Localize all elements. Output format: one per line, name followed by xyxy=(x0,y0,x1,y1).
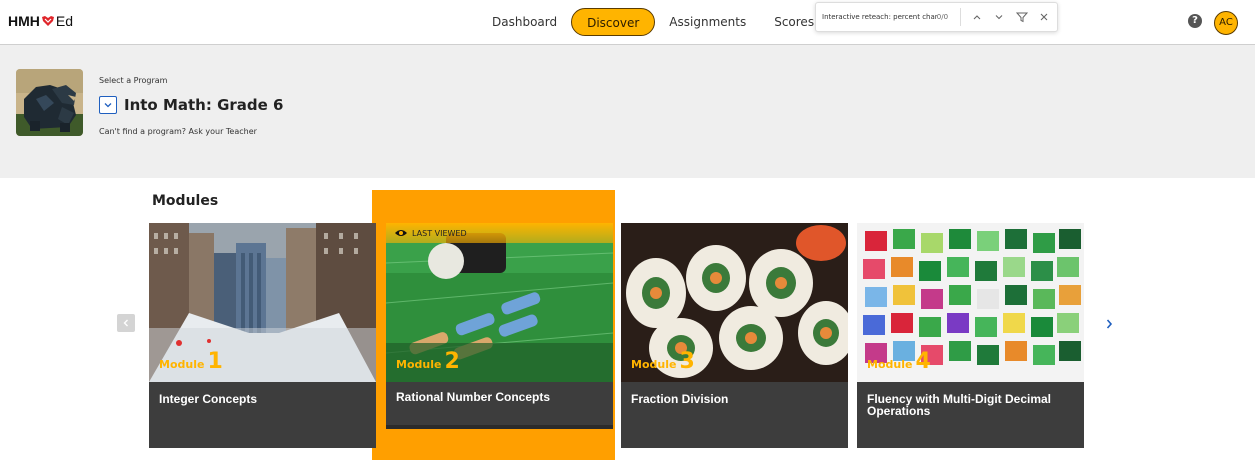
find-next-button[interactable] xyxy=(990,7,1009,27)
module-4-title: Fluency with Multi-Digit Decimal Operati… xyxy=(867,392,1052,418)
chevron-down-icon xyxy=(995,15,1003,20)
module-1-number-label: Module 1 xyxy=(159,349,223,374)
find-divider xyxy=(960,8,962,26)
module-word: Module xyxy=(159,358,205,371)
module-3-number-label: Module 3 xyxy=(631,349,695,374)
find-input[interactable]: Interactive reteach: percent char xyxy=(822,13,937,21)
module-card-2[interactable]: LAST VIEWED Module 2 Rational Number Con… xyxy=(386,223,613,429)
logo-text-hmh: HMH xyxy=(8,13,40,29)
nav-discover[interactable]: Discover xyxy=(571,8,656,36)
module-card-1[interactable]: Module 1 Integer Concepts xyxy=(149,223,376,448)
select-program-label: Select a Program xyxy=(99,76,168,85)
carousel-next-button[interactable] xyxy=(1102,316,1116,332)
find-close-button[interactable] xyxy=(1035,7,1054,27)
eye-icon xyxy=(395,230,407,236)
chevron-down-icon xyxy=(104,103,112,108)
filter-icon xyxy=(1015,12,1028,23)
hmh-ed-logo[interactable]: HMH Ed xyxy=(8,13,73,29)
module-card-4[interactable]: Module 4 Fluency with Multi-Digit Decima… xyxy=(857,223,1084,448)
module-4-number-label: Module 4 xyxy=(867,349,931,374)
bear-illustration-icon xyxy=(16,69,83,136)
chevron-up-icon xyxy=(973,15,981,20)
program-dropdown-toggle[interactable] xyxy=(99,96,117,114)
carousel-previous-button[interactable] xyxy=(117,314,135,332)
module-card-3[interactable]: Module 3 Fraction Division xyxy=(621,223,848,448)
module-2-number-label: Module 2 xyxy=(396,349,460,374)
module-number: 4 xyxy=(915,349,931,374)
nav-assignments[interactable]: Assignments xyxy=(655,8,760,36)
main-nav: Dashboard Discover Assignments Scores xyxy=(478,8,828,36)
nav-dashboard[interactable]: Dashboard xyxy=(478,8,571,36)
program-dropdown[interactable]: Into Math: Grade 6 xyxy=(99,96,283,114)
find-previous-button[interactable] xyxy=(967,7,986,27)
top-navigation-bar: HMH Ed Dashboard Discover Assignments Sc… xyxy=(0,0,1255,45)
module-word: Module xyxy=(867,358,913,371)
help-icon[interactable]: ? xyxy=(1188,14,1202,28)
heart-logo-icon xyxy=(41,16,54,26)
chevron-left-icon xyxy=(123,319,128,327)
selected-program-name: Into Math: Grade 6 xyxy=(124,96,284,114)
module-number: 1 xyxy=(207,349,223,374)
module-1-title: Integer Concepts xyxy=(159,392,258,406)
user-avatar[interactable]: AC xyxy=(1214,11,1238,35)
last-viewed-label: LAST VIEWED xyxy=(412,228,467,238)
module-word: Module xyxy=(631,358,677,371)
module-word: Module xyxy=(396,358,442,371)
module-3-title: Fraction Division xyxy=(631,392,729,406)
logo-text-ed: Ed xyxy=(55,13,74,29)
chevron-right-icon xyxy=(1106,319,1113,329)
module-number: 3 xyxy=(679,349,695,374)
program-cover-image xyxy=(16,69,83,136)
cant-find-program-text: Can't find a program? Ask your Teacher xyxy=(99,127,257,136)
module-number: 2 xyxy=(444,349,460,374)
last-viewed-badge: LAST VIEWED xyxy=(386,223,613,243)
module-2-title: Rational Number Concepts xyxy=(396,390,551,404)
close-icon xyxy=(1040,13,1048,21)
find-in-page-bar: Interactive reteach: percent char 0/0 xyxy=(815,2,1058,32)
find-filter-button[interactable] xyxy=(1012,7,1031,27)
find-match-count: 0/0 xyxy=(936,13,949,21)
modules-heading: Modules xyxy=(152,193,219,209)
program-selector-band: Select a Program Into Math: Grade 6 Can'… xyxy=(0,45,1255,178)
